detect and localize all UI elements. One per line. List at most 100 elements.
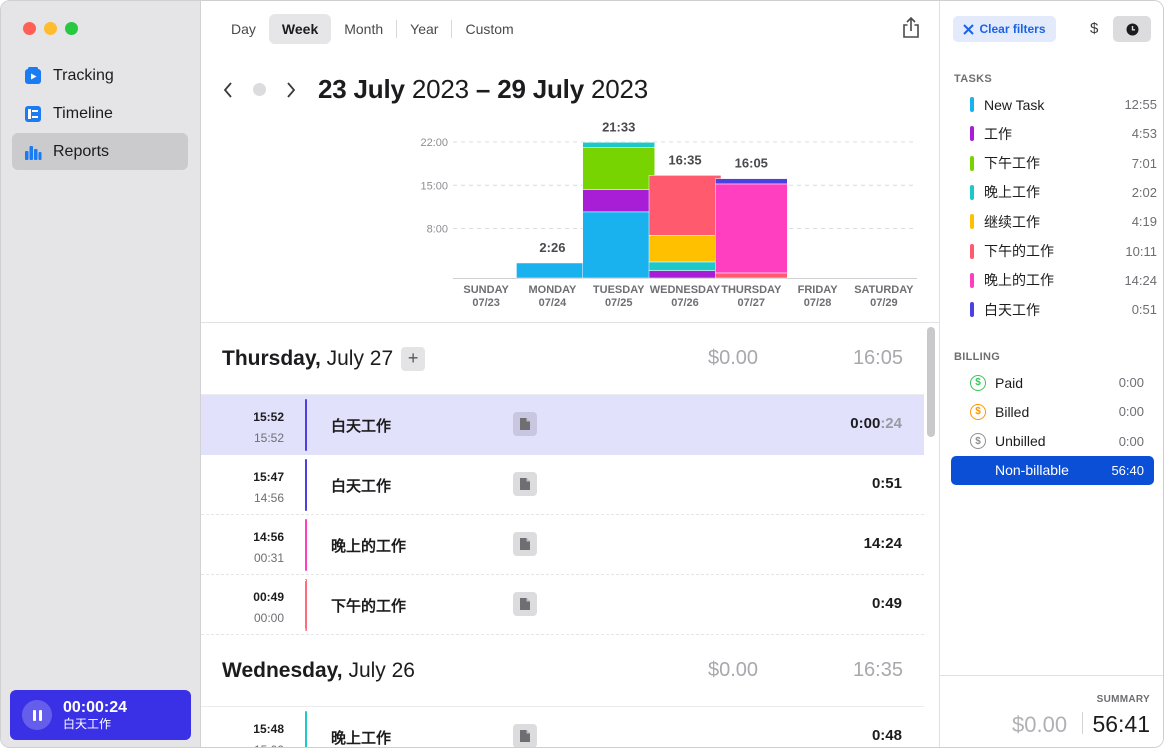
billing-filter-name: Non-billable <box>995 462 1069 479</box>
entry-times: 14:56 00:31 <box>241 527 284 569</box>
billing-filter-item[interactable]: $ Billed 0:00 <box>951 397 1154 426</box>
time-entry-row[interactable]: 00:49 00:00 下午的工作 0:49 <box>201 575 924 635</box>
bar-segment <box>582 142 655 148</box>
main-content: Day Week Month Year Custom 23 July 2023 … <box>201 1 939 747</box>
sidebar-item-tracking[interactable]: Tracking <box>12 57 188 94</box>
entry-start-time: 00:31 <box>253 551 284 565</box>
task-filter-item[interactable]: 白天工作 0:51 <box>953 295 1157 324</box>
share-icon[interactable] <box>901 16 921 40</box>
billing-filter-name: Paid <box>995 374 1024 391</box>
billing-filter-item[interactable]: Non-billable 56:40 <box>951 455 1154 485</box>
sidebar-item-label: Reports <box>53 142 110 160</box>
tab-month[interactable]: Month <box>331 14 396 44</box>
zoom-window-button[interactable] <box>65 22 78 35</box>
bar-segment <box>648 270 722 279</box>
sidebar-item-timeline[interactable]: Timeline <box>12 95 188 132</box>
task-color-swatch <box>970 302 974 318</box>
sidebar-item-reports[interactable]: Reports <box>12 133 188 170</box>
bar-total-label: 2:26 <box>539 240 565 255</box>
billing-filter-name: Unbilled <box>995 433 1046 450</box>
task-filter-time: 14:24 <box>1124 272 1157 288</box>
note-icon[interactable] <box>513 412 537 436</box>
task-filter-item[interactable]: 晚上的工作 14:24 <box>953 266 1157 295</box>
sidebar-nav: Tracking Timeline Reports <box>12 57 188 171</box>
y-tick-label: 15:00 <box>420 180 448 192</box>
sidebar-item-label: Timeline <box>53 104 113 122</box>
task-filter-time: 4:53 <box>1131 126 1157 142</box>
entry-times: 15:48 15:00 <box>241 719 284 747</box>
sidebar: Tracking Timeline Reports 00:00:24 白天工作 <box>1 1 201 747</box>
entry-end-time: 15:48 <box>253 722 284 736</box>
day-title: Thursday, July 27 <box>222 346 394 370</box>
task-filter-name: 晚上的工作 <box>984 272 1054 289</box>
task-filter-item[interactable]: 下午的工作 10:11 <box>953 237 1157 266</box>
scrollbar[interactable] <box>927 327 935 437</box>
task-filter-item[interactable]: 晚上工作 2:02 <box>953 178 1157 207</box>
x-category-label: SATURDAY <box>854 284 914 296</box>
note-icon[interactable] <box>513 592 537 616</box>
tab-year[interactable]: Year <box>397 14 451 44</box>
time-entry-row[interactable]: 14:56 00:31 晚上的工作 14:24 <box>201 515 924 575</box>
time-entry-row[interactable]: 15:47 14:56 白天工作 0:51 <box>201 455 924 515</box>
minimize-window-button[interactable] <box>44 22 57 35</box>
task-filter-item[interactable]: 工作 4:53 <box>953 119 1157 148</box>
tab-custom[interactable]: Custom <box>452 14 526 44</box>
bar-segment <box>516 262 589 279</box>
week-chart-svg: 8:00 15:00 22:00 SUNDAY07/23 2:26 MONDAY07/24… <box>420 119 917 309</box>
day-header: Wednesday, July 26 $0.00 16:35 <box>201 635 924 707</box>
tracking-icon <box>24 66 42 85</box>
money-toggle[interactable]: $ <box>1090 20 1098 37</box>
time-entry-row[interactable]: 15:48 15:00 晚上工作 0:48 <box>201 707 924 747</box>
running-timer[interactable]: 00:00:24 白天工作 <box>10 690 191 740</box>
clock-icon[interactable] <box>1113 16 1151 42</box>
entry-duration: 0:48 <box>871 727 902 744</box>
entry-end-time: 15:52 <box>253 410 284 424</box>
close-window-button[interactable] <box>23 22 36 35</box>
entry-task-name: 晚上的工作 <box>331 538 407 555</box>
task-filter-item[interactable]: 继续工作 4:19 <box>953 207 1157 236</box>
task-filter-item[interactable]: 下午工作 7:01 <box>953 149 1157 178</box>
add-entry-button[interactable]: + <box>401 346 426 371</box>
entry-task-name: 下午的工作 <box>331 598 407 615</box>
sidebar-item-label: Tracking <box>53 66 114 84</box>
task-filter-name: 晚上工作 <box>984 184 1040 201</box>
entry-end-time: 14:56 <box>253 530 284 544</box>
tab-day[interactable]: Day <box>218 14 269 44</box>
chevron-right-icon[interactable] <box>284 81 298 98</box>
entry-end-time: 00:49 <box>253 590 284 604</box>
task-filter-name: 下午的工作 <box>984 243 1054 259</box>
clear-filters-button[interactable]: Clear filters <box>953 16 1056 42</box>
billing-filter-item[interactable]: $ Unbilled 0:00 <box>951 427 1154 456</box>
entry-color-bar <box>305 711 307 747</box>
billing-filter-item[interactable]: $ Paid 0:00 <box>951 368 1154 397</box>
billing-filter-time: 0:00 <box>1118 433 1144 449</box>
task-filter-time: 4:19 <box>1131 214 1157 230</box>
date-range-title: 23 July 2023 – 29 July 2023 <box>318 74 649 104</box>
note-icon[interactable] <box>513 472 537 496</box>
task-color-swatch <box>970 272 974 288</box>
pause-button[interactable] <box>22 700 52 730</box>
note-icon[interactable] <box>513 724 537 747</box>
x-date-label: 07/27 <box>738 297 766 309</box>
clear-filters-label: Clear filters <box>979 22 1046 36</box>
day-title: Wednesday, July 26 <box>222 658 415 682</box>
time-entry-row[interactable]: 15:52 15:52 白天工作 0:00:24 <box>201 395 924 455</box>
x-date-label: 07/24 <box>539 297 567 309</box>
today-button[interactable] <box>253 83 266 96</box>
x-category-label: WEDNESDAY <box>650 284 721 296</box>
task-filter-item[interactable]: New Task 12:55 <box>953 90 1157 119</box>
note-icon[interactable] <box>513 532 537 556</box>
task-filter-time: 7:01 <box>1131 155 1157 171</box>
summary-divider <box>1082 712 1083 734</box>
entry-duration: 0:00:24 <box>850 415 902 432</box>
billing-filter-name: Billed <box>995 403 1030 420</box>
app-window: Tracking Timeline Reports 00:00:24 白天工作 <box>0 0 1164 748</box>
chevron-left-icon[interactable] <box>221 81 235 98</box>
summary-total: 56:41 <box>1092 711 1150 737</box>
x-category-label: FRIDAY <box>798 284 839 296</box>
tab-week[interactable]: Week <box>268 14 332 44</box>
task-filter-name: 工作 <box>984 125 1012 142</box>
entry-duration: 14:24 <box>863 535 902 552</box>
week-chart: 8:00 15:00 22:00 SUNDAY 07/23 2:26 MONDAY 07/24… <box>201 119 939 319</box>
billing-filter-time: 0:00 <box>1118 404 1144 420</box>
